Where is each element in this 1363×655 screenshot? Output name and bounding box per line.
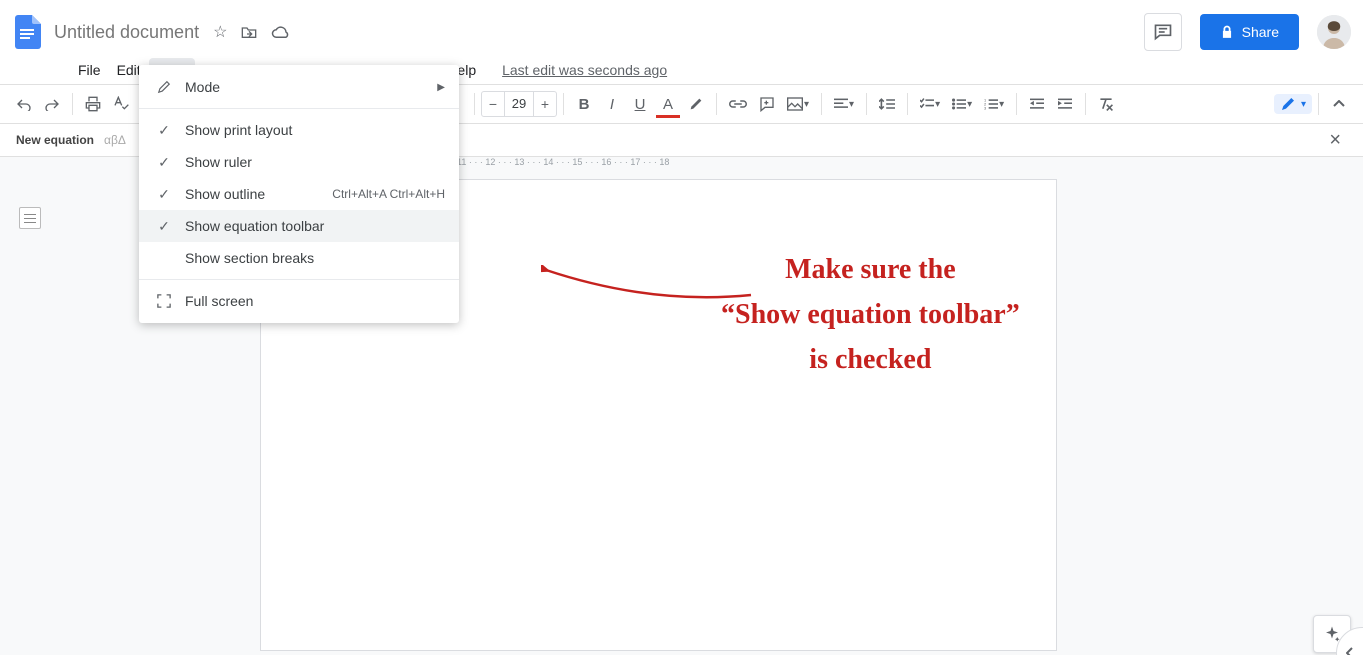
- view-ruler[interactable]: ✓ Show ruler: [139, 146, 459, 178]
- print-button[interactable]: [79, 92, 107, 116]
- cloud-icon[interactable]: [271, 25, 289, 39]
- view-mode[interactable]: Mode ▶: [139, 71, 459, 103]
- redo-button[interactable]: [38, 93, 66, 115]
- indent-decrease-button[interactable]: [1023, 94, 1051, 114]
- docs-logo[interactable]: [8, 12, 48, 52]
- pencil-icon: [1280, 96, 1296, 112]
- last-edit[interactable]: Last edit was seconds ago: [502, 62, 667, 78]
- view-fullscreen[interactable]: Full screen: [139, 285, 459, 317]
- check-icon: ✓: [153, 186, 175, 203]
- comments-button[interactable]: [1144, 13, 1182, 51]
- font-size-decrease[interactable]: −: [482, 96, 504, 112]
- check-icon: ✓: [153, 218, 175, 235]
- fullscreen-icon: [153, 294, 175, 308]
- comment-button[interactable]: [753, 92, 781, 116]
- view-equation-toolbar[interactable]: ✓ Show equation toolbar: [139, 210, 459, 242]
- italic-button[interactable]: I: [598, 92, 626, 117]
- menu-file[interactable]: File: [70, 58, 109, 82]
- align-button[interactable]: ▾: [828, 94, 860, 114]
- image-button[interactable]: ▾: [781, 93, 815, 115]
- view-outline[interactable]: ✓ Show outline Ctrl+Alt+A Ctrl+Alt+H: [139, 178, 459, 210]
- clear-formatting-button[interactable]: [1092, 93, 1120, 115]
- outline-toggle[interactable]: [19, 207, 41, 229]
- chevron-right-icon: ▶: [437, 82, 445, 93]
- close-equation-bar[interactable]: ×: [1323, 129, 1347, 152]
- view-section-breaks[interactable]: Show section breaks: [139, 242, 459, 274]
- bold-button[interactable]: B: [570, 92, 598, 117]
- editing-mode-button[interactable]: ▾: [1274, 94, 1312, 114]
- bullet-list-button[interactable]: ▾: [946, 94, 978, 114]
- collapse-toolbar-button[interactable]: [1325, 96, 1353, 112]
- checklist-button[interactable]: ▾: [914, 94, 946, 114]
- new-equation-button[interactable]: New equation: [16, 133, 94, 147]
- share-button[interactable]: Share: [1200, 14, 1299, 50]
- line-spacing-button[interactable]: [873, 93, 901, 115]
- avatar[interactable]: [1317, 15, 1351, 49]
- lock-icon: [1220, 25, 1234, 39]
- svg-text:3: 3: [984, 105, 986, 110]
- move-icon[interactable]: [241, 25, 257, 39]
- font-size-value[interactable]: 29: [504, 92, 534, 116]
- font-size-increase[interactable]: +: [534, 96, 556, 112]
- check-icon: ✓: [153, 154, 175, 171]
- equation-symbols[interactable]: αβΔ: [104, 133, 126, 147]
- indent-increase-button[interactable]: [1051, 94, 1079, 114]
- view-menu-popup: Mode ▶ ✓ Show print layout ✓ Show ruler …: [139, 65, 459, 323]
- pencil-icon: [153, 80, 175, 94]
- link-button[interactable]: [723, 95, 753, 113]
- underline-button[interactable]: U: [626, 92, 654, 117]
- star-icon[interactable]: ☆: [213, 22, 227, 42]
- spellcheck-button[interactable]: [107, 92, 135, 116]
- view-print-layout[interactable]: ✓ Show print layout: [139, 114, 459, 146]
- share-label: Share: [1242, 24, 1279, 40]
- numbered-list-button[interactable]: 123▾: [978, 94, 1010, 114]
- doc-title[interactable]: Untitled document: [54, 22, 199, 43]
- annotation-arrow: [541, 265, 761, 305]
- text-color-button[interactable]: A: [654, 92, 682, 117]
- annotation-text: Make sure the “Show equation toolbar” is…: [721, 248, 1020, 382]
- check-icon: ✓: [153, 122, 175, 139]
- highlight-button[interactable]: [682, 92, 710, 116]
- undo-button[interactable]: [10, 93, 38, 115]
